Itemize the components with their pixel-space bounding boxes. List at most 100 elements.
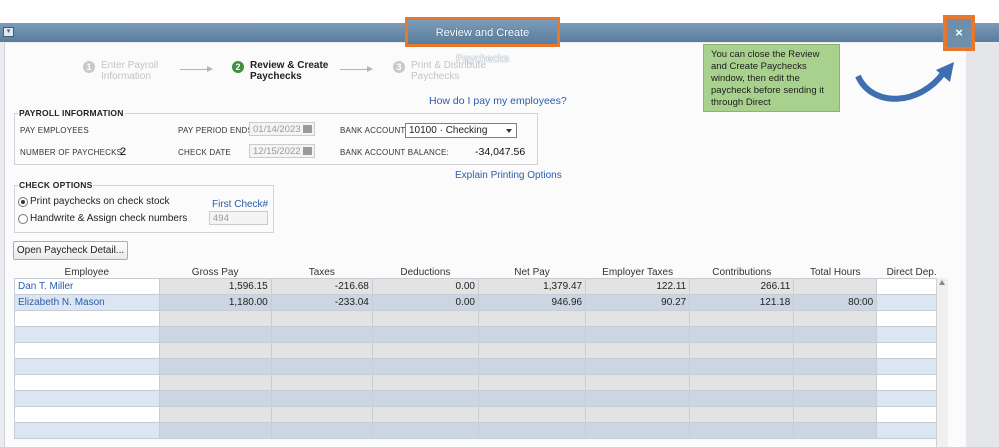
empty-cell <box>793 390 878 407</box>
gross-pay-cell: 1,596.15 <box>158 278 272 295</box>
empty-cell <box>371 374 479 391</box>
check-date-label: CHECK DATE <box>178 148 231 157</box>
check-options-heading: CHECK OPTIONS <box>18 180 94 190</box>
employee-link[interactable]: Dan T. Miller <box>14 278 160 295</box>
empty-cell <box>793 358 878 375</box>
help-link[interactable]: How do I pay my employees? <box>429 95 567 107</box>
check-date-field[interactable]: 12/15/2022 <box>249 144 315 158</box>
empty-cell <box>585 422 691 439</box>
empty-cell <box>477 390 587 407</box>
empty-cell <box>158 406 272 423</box>
empty-cell <box>585 390 691 407</box>
empty-cell <box>158 358 272 375</box>
table-row-empty <box>14 374 947 391</box>
bank-account-label: BANK ACCOUNT <box>340 126 406 135</box>
employer-taxes-cell: 90.27 <box>585 294 691 311</box>
empty-cell <box>585 374 691 391</box>
empty-cell <box>477 342 587 359</box>
col-employer-taxes[interactable]: Employer Taxes <box>586 266 690 279</box>
empty-cell <box>793 342 878 359</box>
col-deductions[interactable]: Deductions <box>372 266 478 279</box>
scroll-up-icon[interactable] <box>939 280 945 285</box>
empty-cell <box>158 422 272 439</box>
table-row-empty <box>14 342 947 359</box>
empty-cell <box>158 374 272 391</box>
empty-cell <box>270 358 373 375</box>
bank-balance-label: BANK ACCOUNT BALANCE: <box>340 148 449 157</box>
pay-period-ends-value: 01/14/2023 <box>253 124 301 135</box>
close-icon[interactable]: × <box>943 15 975 51</box>
employee-link[interactable]: Elizabeth N. Mason <box>14 294 160 311</box>
empty-cell <box>689 310 795 327</box>
printing-options-link[interactable]: Explain Printing Options <box>455 170 562 181</box>
col-total-hours[interactable]: Total Hours <box>794 266 877 279</box>
empty-cell <box>371 358 479 375</box>
contributions-cell: 121.18 <box>689 294 795 311</box>
table-row-empty <box>14 326 947 343</box>
calendar-icon[interactable] <box>303 147 312 155</box>
num-paychecks-label: NUMBER OF PAYCHECKS: <box>20 148 125 157</box>
empty-cell <box>371 342 479 359</box>
table-row[interactable]: Elizabeth N. Mason 1,180.00 -233.04 0.00… <box>14 294 947 311</box>
empty-cell <box>270 406 373 423</box>
deductions-cell: 0.00 <box>371 278 479 295</box>
payroll-info-heading: PAYROLL INFORMATION <box>18 108 125 118</box>
empty-cell <box>689 390 795 407</box>
empty-cell <box>793 422 878 439</box>
empty-cell <box>371 326 479 343</box>
empty-cell <box>793 406 878 423</box>
calendar-icon[interactable] <box>303 125 312 133</box>
empty-cell <box>585 358 691 375</box>
col-gross-pay[interactable]: Gross Pay <box>159 266 271 279</box>
col-net-pay[interactable]: Net Pay <box>478 266 585 279</box>
step-arrow-icon <box>340 66 373 72</box>
col-contributions[interactable]: Contributions <box>690 266 794 279</box>
table-row[interactable]: Dan T. Miller 1,596.15 -216.68 0.00 1,37… <box>14 278 947 295</box>
employer-taxes-cell: 122.11 <box>585 278 691 295</box>
taxes-cell: -216.68 <box>270 278 373 295</box>
deductions-cell: 0.00 <box>371 294 479 311</box>
table-header-row: Employee Gross Pay Taxes Deductions Net … <box>15 266 947 279</box>
total-hours-cell: 80:00 <box>793 294 878 311</box>
open-paycheck-detail-button[interactable]: Open Paycheck Detail... <box>13 241 128 260</box>
check-date-value: 12/15/2022 <box>253 146 301 157</box>
bank-account-select[interactable]: 10100 · Checking <box>405 123 517 138</box>
empty-cell <box>371 390 479 407</box>
empty-cell <box>371 310 479 327</box>
total-hours-cell <box>793 278 878 295</box>
contributions-cell: 266.11 <box>689 278 795 295</box>
window-menu-icon[interactable]: ▾ <box>3 27 14 37</box>
step-label: Review & Create Paychecks <box>250 60 329 82</box>
empty-cell <box>477 326 587 343</box>
net-pay-cell: 946.96 <box>477 294 587 311</box>
pay-period-ends-field[interactable]: 01/14/2023 <box>249 122 315 136</box>
handwrite-label[interactable]: Handwrite & Assign check numbers <box>30 213 187 224</box>
empty-cell <box>585 406 691 423</box>
first-check-field[interactable]: 494 <box>209 211 268 225</box>
empty-cell <box>14 342 160 359</box>
gross-pay-cell: 1,180.00 <box>158 294 272 311</box>
empty-cell <box>14 358 160 375</box>
first-check-label: First Check# <box>212 199 269 210</box>
empty-cell <box>14 422 160 439</box>
empty-cell <box>477 406 587 423</box>
print-on-stock-label[interactable]: Print paychecks on check stock <box>30 196 170 207</box>
empty-cell <box>158 390 272 407</box>
empty-cell <box>585 326 691 343</box>
empty-cell <box>689 342 795 359</box>
col-employee[interactable]: Employee <box>15 266 160 279</box>
empty-cell <box>793 310 878 327</box>
print-on-stock-radio[interactable] <box>18 197 28 207</box>
table-scrollbar[interactable] <box>936 278 948 447</box>
col-taxes[interactable]: Taxes <box>271 266 372 279</box>
chevron-down-icon <box>506 129 512 133</box>
table-row-empty <box>14 358 947 375</box>
handwrite-radio[interactable] <box>18 214 28 224</box>
bank-balance-value: -34,047.56 <box>475 146 526 158</box>
pay-period-ends-label: PAY PERIOD ENDS <box>178 126 254 135</box>
col-direct-dep[interactable]: Direct Dep. <box>877 266 947 279</box>
empty-cell <box>270 374 373 391</box>
empty-cell <box>158 342 272 359</box>
empty-cell <box>371 422 479 439</box>
empty-cell <box>689 358 795 375</box>
